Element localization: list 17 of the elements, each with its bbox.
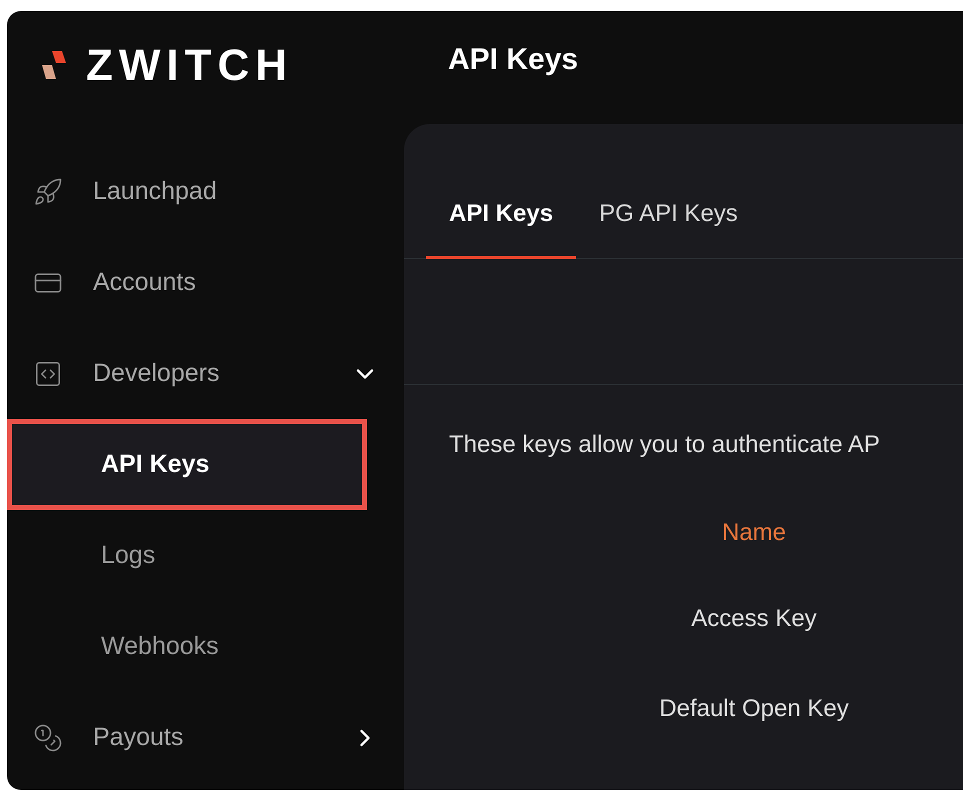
nav-subitem[interactable]: Webhooks	[7, 601, 367, 692]
rocket-icon	[33, 176, 63, 206]
logo-text: ZWITCH	[86, 43, 294, 89]
nav-item[interactable]: Launchpad	[7, 146, 404, 237]
key-label: Default Open Key	[659, 694, 849, 724]
nav-item[interactable]: Payouts	[7, 692, 404, 783]
nav-subitem[interactable]: API Keys	[7, 419, 367, 510]
nav-item[interactable]: Accounts	[7, 237, 404, 328]
key-label: Access Key	[691, 604, 817, 634]
coins-icon	[33, 722, 63, 752]
tab[interactable]: PG API Keys	[576, 172, 761, 259]
page-title: API Keys	[448, 42, 578, 78]
column-header: Name	[722, 518, 786, 548]
nav-subitem[interactable]: Logs	[7, 510, 367, 601]
tab[interactable]: API Keys	[426, 172, 576, 259]
description-text: These keys allow you to authenticate AP	[448, 430, 881, 460]
nav-item[interactable]: Developers	[7, 328, 404, 419]
